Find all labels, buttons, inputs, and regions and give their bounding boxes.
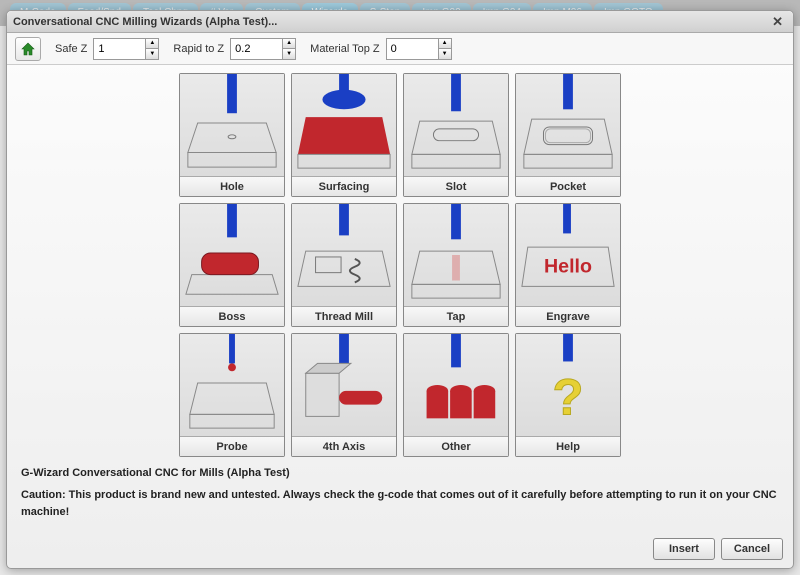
wizard-label: Surfacing [292, 176, 396, 196]
wizard-pocket[interactable]: Pocket [515, 73, 621, 197]
spinner-down-icon[interactable]: ▼ [146, 49, 158, 59]
dialog-title: Conversational CNC Milling Wizards (Alph… [13, 16, 277, 28]
wizard-label: Probe [180, 436, 284, 456]
safe-z-label: Safe Z [55, 43, 87, 55]
safe-z-spinner[interactable]: ▲▼ [93, 38, 159, 60]
wizard-slot[interactable]: Slot [403, 73, 509, 197]
wizard-thumb [180, 204, 284, 306]
safe-z-input[interactable] [93, 38, 145, 60]
wizard-label: Tap [404, 306, 508, 326]
insert-button[interactable]: Insert [653, 538, 715, 560]
wizard-dialog: Conversational CNC Milling Wizards (Alph… [6, 10, 794, 569]
wizard-thumb [180, 334, 284, 436]
wizard-4th-axis[interactable]: 4th Axis [291, 333, 397, 457]
wizard-boss[interactable]: Boss [179, 203, 285, 327]
wizard-label: Engrave [516, 306, 620, 326]
wizard-thumb [292, 74, 396, 176]
wizard-thumb: Hello [516, 204, 620, 306]
wizard-label: Pocket [516, 176, 620, 196]
wizard-thumb [292, 204, 396, 306]
wizard-label: Thread Mill [292, 306, 396, 326]
wizard-help[interactable]: ? Help [515, 333, 621, 457]
wizard-thumb [404, 74, 508, 176]
wizard-thumb [404, 334, 508, 436]
svg-text:Hello: Hello [544, 256, 592, 278]
rapid-z-input[interactable] [230, 38, 282, 60]
dialog-button-bar: Insert Cancel [7, 532, 793, 568]
spinner-up-icon[interactable]: ▲ [439, 39, 451, 50]
wizard-thread-mill[interactable]: Thread Mill [291, 203, 397, 327]
home-icon [20, 41, 36, 57]
wizard-tap[interactable]: Tap [403, 203, 509, 327]
material-top-z-label: Material Top Z [310, 43, 380, 55]
rapid-z-label: Rapid to Z [173, 43, 224, 55]
dialog-titlebar[interactable]: Conversational CNC Milling Wizards (Alph… [7, 11, 793, 33]
wizard-label: 4th Axis [292, 436, 396, 456]
wizard-thumb [180, 74, 284, 176]
wizard-label: Help [516, 436, 620, 456]
wizard-label: Hole [180, 176, 284, 196]
rapid-z-spinner[interactable]: ▲▼ [230, 38, 296, 60]
cancel-button[interactable]: Cancel [721, 538, 783, 560]
wizard-grid: Hole Surfacing [179, 73, 621, 455]
home-button[interactable] [15, 37, 41, 61]
wizard-hole[interactable]: Hole [179, 73, 285, 197]
close-button[interactable]: ✕ [768, 14, 787, 30]
wizard-label: Slot [404, 176, 508, 196]
spinner-up-icon[interactable]: ▲ [283, 39, 295, 50]
footer-heading: G-Wizard Conversational CNC for Mills (A… [21, 465, 779, 482]
wizard-surfacing[interactable]: Surfacing [291, 73, 397, 197]
material-top-z-spinner[interactable]: ▲▼ [386, 38, 452, 60]
spinner-up-icon[interactable]: ▲ [146, 39, 158, 50]
wizard-thumb: ? [516, 334, 620, 436]
wizard-thumb [404, 204, 508, 306]
spinner-down-icon[interactable]: ▼ [439, 49, 451, 59]
spinner-down-icon[interactable]: ▼ [283, 49, 295, 59]
footer-warning: G-Wizard Conversational CNC for Mills (A… [7, 459, 793, 533]
footer-caution: Caution: This product is brand new and u… [21, 487, 779, 520]
wizard-engrave[interactable]: Hello Engrave [515, 203, 621, 327]
wizard-thumb [292, 334, 396, 436]
wizard-label: Other [404, 436, 508, 456]
wizard-probe[interactable]: Probe [179, 333, 285, 457]
material-top-z-input[interactable] [386, 38, 438, 60]
wizard-thumb [516, 74, 620, 176]
wizard-other[interactable]: Other [403, 333, 509, 457]
parameter-toolbar: Safe Z ▲▼ Rapid to Z ▲▼ Material Top Z ▲… [7, 33, 793, 65]
svg-text:?: ? [552, 368, 583, 425]
wizard-label: Boss [180, 306, 284, 326]
